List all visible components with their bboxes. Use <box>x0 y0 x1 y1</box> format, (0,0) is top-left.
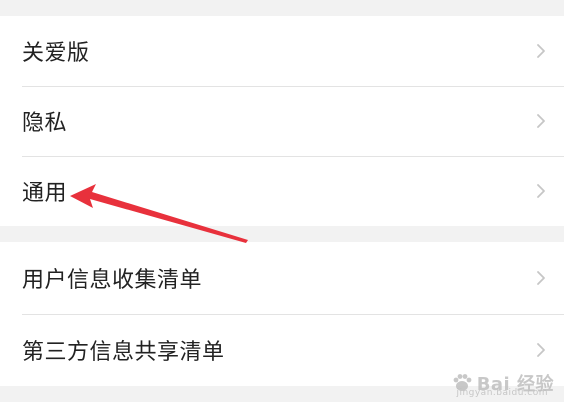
settings-group-1: 关爱版 隐私 通用 <box>0 16 564 226</box>
settings-item-privacy[interactable]: 隐私 <box>0 86 564 156</box>
chevron-right-icon <box>534 341 548 359</box>
chevron-right-icon <box>534 269 548 287</box>
settings-item-label: 通用 <box>22 181 68 206</box>
top-spacer <box>0 0 564 16</box>
watermark-url: jingyan.baidu.com <box>456 388 548 398</box>
chevron-right-icon <box>534 112 548 130</box>
settings-item-label: 用户信息收集清单 <box>22 268 203 293</box>
baidu-watermark: Bai 经验 jingyan.baidu.com <box>451 370 554 398</box>
settings-group-2: 用户信息收集清单 第三方信息共享清单 <box>0 242 564 386</box>
settings-item-label: 关爱版 <box>22 41 90 66</box>
chevron-right-icon <box>534 182 548 200</box>
settings-item-label: 第三方信息共享清单 <box>22 340 225 365</box>
chevron-right-icon <box>534 42 548 60</box>
settings-item-user-info-list[interactable]: 用户信息收集清单 <box>0 242 564 314</box>
settings-item-label: 隐私 <box>22 111 68 136</box>
settings-item-care-mode[interactable]: 关爱版 <box>0 16 564 86</box>
section-gap <box>0 226 564 242</box>
settings-item-general[interactable]: 通用 <box>0 156 564 226</box>
